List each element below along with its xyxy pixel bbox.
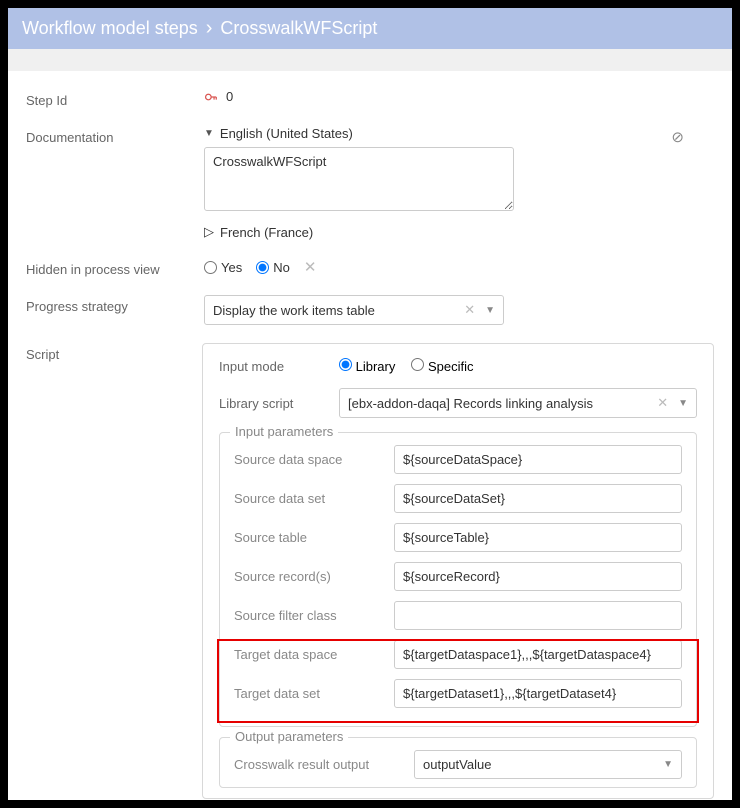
chevron-down-icon: ▼ [663, 759, 673, 770]
radio-yes[interactable]: Yes [204, 260, 242, 275]
param-row: Source data set [234, 484, 682, 513]
step-id-text: 0 [226, 89, 233, 104]
value-step-id: 0 [204, 89, 714, 104]
param-input[interactable] [394, 601, 682, 630]
param-label: Source table [234, 530, 394, 545]
triangle-down-icon: ▼ [204, 128, 214, 139]
label-script: Script [26, 343, 204, 362]
clear-library-icon[interactable]: ✕ [657, 395, 668, 411]
form-content: Step Id 0 Documentation ▼ English (Unite… [8, 71, 732, 799]
input-params-title: Input parameters [230, 424, 338, 439]
param-input[interactable] [394, 562, 682, 591]
param-input[interactable] [394, 523, 682, 552]
row-input-mode: Input mode Library Specific [219, 358, 697, 374]
label-documentation: Documentation [26, 126, 204, 145]
param-label: Target data set [234, 686, 394, 701]
documentation-block: ▼ English (United States) ⊘ ▷ French (Fr… [204, 126, 714, 240]
triangle-right-icon: ▷ [204, 224, 214, 240]
param-row: Source record(s) [234, 562, 682, 591]
radio-no[interactable]: No [256, 260, 290, 275]
progress-strategy-value: Display the work items table [213, 303, 375, 318]
breadcrumb-current: CrosswalkWFScript [220, 18, 377, 39]
param-input[interactable] [394, 445, 682, 474]
row-library-script: Library script [ebx-addon-daqa] Records … [219, 388, 697, 418]
param-row: Target data set [234, 679, 682, 708]
library-script-value: [ebx-addon-daqa] Records linking analysi… [348, 396, 593, 411]
input-parameters-fieldset: Input parameters Source data spaceSource… [219, 432, 697, 727]
breadcrumb-root[interactable]: Workflow model steps [22, 18, 198, 39]
primary-key-icon [204, 90, 218, 104]
output-param-select[interactable]: outputValue ▼ [414, 750, 682, 779]
param-input[interactable] [394, 640, 682, 669]
window-frame: Workflow model steps › CrosswalkWFScript… [8, 8, 732, 800]
label-input-mode: Input mode [219, 359, 339, 374]
null-icon[interactable]: ⊘ [671, 128, 684, 146]
param-label: Source data space [234, 452, 394, 467]
library-script-wrap: [ebx-addon-daqa] Records linking analysi… [339, 388, 697, 418]
output-param-value: outputValue [423, 757, 491, 772]
toolbar-spacer [8, 49, 732, 71]
hidden-radio-group: Yes No ✕ [204, 258, 316, 276]
param-label: Source record(s) [234, 569, 394, 584]
row-step-id: Step Id 0 [26, 89, 714, 108]
chevron-down-icon: ▼ [678, 398, 688, 409]
lang-english-toggle[interactable]: ▼ English (United States) [204, 126, 714, 141]
lang-french-label: French (France) [220, 225, 313, 240]
radio-library[interactable]: Library [339, 358, 395, 374]
label-output-param: Crosswalk result output [234, 757, 414, 772]
row-hidden: Hidden in process view Yes No ✕ [26, 258, 714, 277]
param-row: Source filter class [234, 601, 682, 630]
chevron-right-icon: › [206, 17, 213, 40]
label-step-id: Step Id [26, 89, 204, 108]
param-row: Target data space [234, 640, 682, 669]
input-mode-group: Library Specific [339, 358, 697, 374]
script-panel: Input mode Library Specific Library scri… [202, 343, 714, 799]
row-script: Script Input mode Library Specific Libra… [26, 343, 714, 799]
label-progress: Progress strategy [26, 295, 204, 314]
lang-english-label: English (United States) [220, 126, 353, 141]
param-input[interactable] [394, 484, 682, 513]
row-output-param: Crosswalk result output outputValue ▼ [234, 750, 682, 779]
progress-select-wrap: Display the work items table ✕ ▼ [204, 295, 504, 325]
lang-french-toggle[interactable]: ▷ French (France) [204, 224, 714, 240]
param-label: Source data set [234, 491, 394, 506]
param-row: Source data space [234, 445, 682, 474]
progress-strategy-select[interactable]: Display the work items table ✕ ▼ [204, 295, 504, 325]
label-hidden: Hidden in process view [26, 258, 204, 277]
clear-hidden-icon[interactable]: ✕ [304, 258, 317, 276]
param-row: Source table [234, 523, 682, 552]
row-progress: Progress strategy Display the work items… [26, 295, 714, 325]
param-label: Source filter class [234, 608, 394, 623]
chevron-down-icon: ▼ [485, 305, 495, 316]
label-library-script: Library script [219, 396, 339, 411]
param-input[interactable] [394, 679, 682, 708]
radio-specific[interactable]: Specific [411, 358, 473, 374]
breadcrumb-header: Workflow model steps › CrosswalkWFScript [8, 8, 732, 49]
row-documentation: Documentation ▼ English (United States) … [26, 126, 714, 240]
output-params-title: Output parameters [230, 729, 348, 744]
clear-progress-icon[interactable]: ✕ [464, 302, 475, 318]
library-script-select[interactable]: [ebx-addon-daqa] Records linking analysi… [339, 388, 697, 418]
output-parameters-fieldset: Output parameters Crosswalk result outpu… [219, 737, 697, 788]
param-label: Target data space [234, 647, 394, 662]
documentation-textarea[interactable] [204, 147, 514, 211]
